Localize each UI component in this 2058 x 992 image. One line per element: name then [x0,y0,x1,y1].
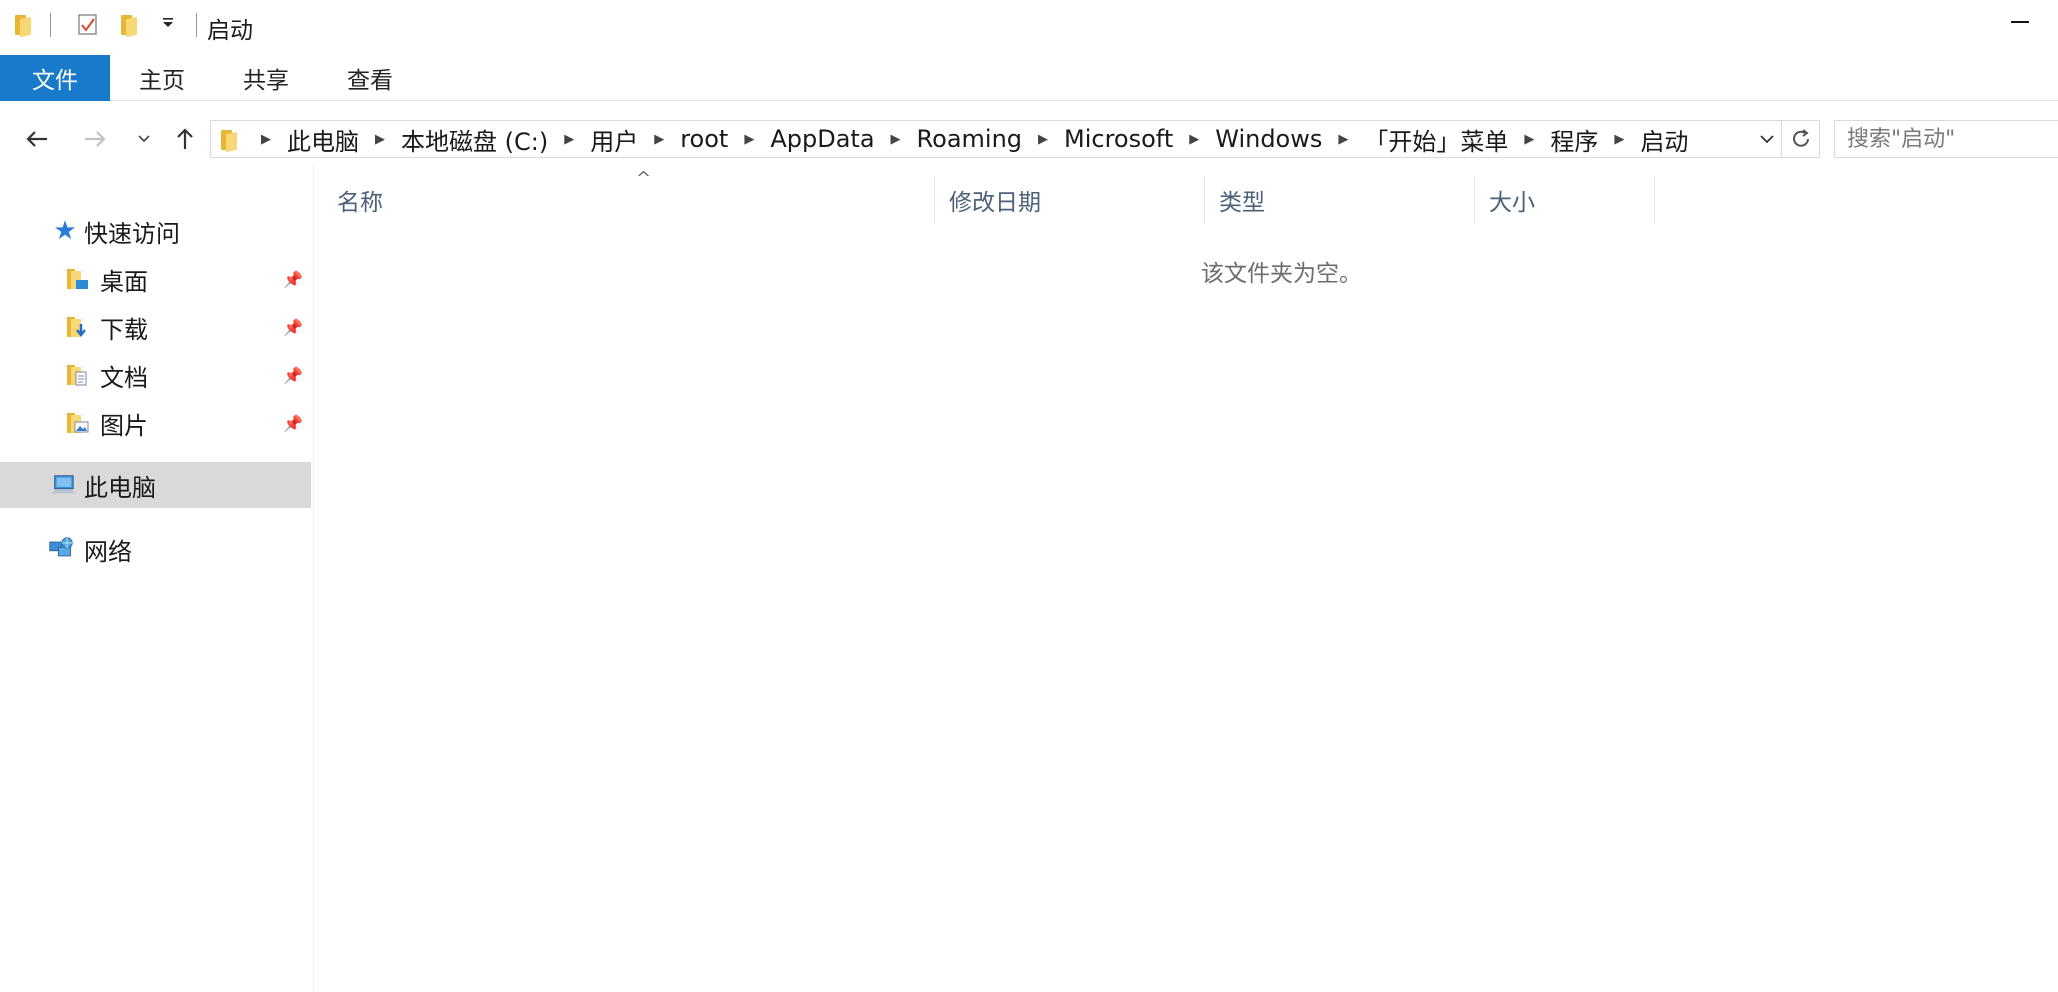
up-button[interactable] [166,120,204,158]
tab-share[interactable]: 共享 [228,55,304,101]
chevron-down-icon [1760,135,1774,144]
column-header-date-modified[interactable]: 修改日期 [935,176,1205,224]
chevron-right-icon[interactable]: ▶ [734,132,764,147]
breadcrumb: ▶ 此电脑 ▶ 本地磁盘 (C:) ▶ 用户 ▶ root ▶ AppData … [251,121,1694,157]
pin-icon[interactable]: 📌 [282,412,304,434]
nav-this-pc[interactable]: 此电脑 [0,462,311,508]
tab-view[interactable]: 查看 [332,55,408,101]
qa-separator [50,13,51,37]
search-box[interactable] [1834,120,2058,158]
chevron-right-icon[interactable]: ▶ [1604,132,1634,147]
nav-item-pictures[interactable]: 图片 📌 [0,400,311,446]
crumb-users[interactable]: 用户 [584,122,644,157]
search-input[interactable] [1847,125,2055,153]
column-header-name[interactable]: ^ 名称 [323,168,935,224]
pin-icon[interactable]: 📌 [282,364,304,386]
title-bar: 启动 [0,0,2058,44]
chevron-right-icon[interactable]: ▶ [1028,132,1058,147]
nav-item-desktop[interactable]: 桌面 📌 [0,256,311,302]
nav-label: 快速访问 [84,219,180,248]
tab-home[interactable]: 主页 [124,55,200,101]
file-list: ^ 名称 修改日期 类型 大小 该文件夹为空。 [315,164,2058,992]
crumb-microsoft[interactable]: Microsoft [1058,125,1179,153]
chevron-right-icon[interactable]: ▶ [881,132,911,147]
chevron-right-icon[interactable]: ▶ [1514,132,1544,147]
column-header-label: 类型 [1219,190,1265,216]
properties-icon[interactable] [74,12,102,36]
computer-icon [50,472,76,498]
chevron-right-icon[interactable]: ▶ [1179,132,1209,147]
chevron-right-icon[interactable]: ▶ [365,132,395,147]
refresh-button[interactable] [1782,120,1820,158]
address-bar[interactable]: ▶ 此电脑 ▶ 本地磁盘 (C:) ▶ 用户 ▶ root ▶ AppData … [210,120,1782,158]
folder-icon [12,12,36,36]
column-header-label: 大小 [1489,190,1535,216]
pictures-folder-icon [64,410,90,436]
chevron-right-icon[interactable]: ▶ [644,132,674,147]
crumb-local-disk[interactable]: 本地磁盘 (C:) [395,122,554,157]
navigation-pane: ★ 快速访问 桌面 📌 下载 📌 文档 📌 图片 📌 此电脑 网络 [0,164,314,992]
new-folder-icon[interactable] [118,12,142,36]
crumb-roaming[interactable]: Roaming [911,125,1028,153]
tab-file[interactable]: 文件 [0,55,110,101]
ribbon-tabs: 文件 主页 共享 查看 [0,55,2058,101]
recent-locations-button[interactable] [124,120,164,158]
arrow-left-icon [26,131,47,147]
column-header-type[interactable]: 类型 [1205,176,1475,224]
downloads-folder-icon [64,314,90,340]
star-icon: ★ [53,216,77,246]
pin-icon[interactable]: 📌 [282,268,304,290]
crumb-this-pc[interactable]: 此电脑 [281,122,365,157]
minimize-icon [2011,21,2029,23]
nav-label: 桌面 [100,267,148,296]
minimize-button[interactable] [2000,4,2040,40]
crumb-windows[interactable]: Windows [1209,125,1328,153]
documents-folder-icon [64,362,90,388]
pin-icon[interactable]: 📌 [282,316,304,338]
nav-label: 文档 [100,363,148,392]
nav-item-downloads[interactable]: 下载 📌 [0,304,311,350]
crumb-startup[interactable]: 启动 [1634,122,1694,157]
arrow-right-icon [85,131,106,147]
chevron-right-icon[interactable]: ▶ [554,132,584,147]
sort-ascending-icon: ^ [636,168,652,189]
empty-folder-message: 该文件夹为空。 [1201,261,1362,287]
customize-qa-dropdown-icon[interactable] [156,12,180,36]
folder-icon [221,127,239,151]
column-header-label: 修改日期 [949,190,1041,216]
qa-separator [196,13,197,37]
nav-label: 此电脑 [84,473,156,502]
nav-network[interactable]: 网络 [0,526,311,572]
nav-item-documents[interactable]: 文档 📌 [0,352,311,398]
crumb-root[interactable]: root [674,125,734,153]
crumb-appdata[interactable]: AppData [764,125,880,153]
forward-button[interactable] [76,120,114,158]
nav-label: 下载 [100,315,148,344]
chevron-down-icon [138,135,150,143]
network-icon [48,536,74,562]
nav-label: 网络 [84,537,132,566]
desktop-folder-icon [64,266,90,292]
crumb-start-menu[interactable]: 「开始」菜单 [1358,122,1514,157]
back-button[interactable] [18,120,56,158]
arrow-up-icon [177,128,193,149]
window-title: 启动 [207,18,253,44]
crumb-programs[interactable]: 程序 [1544,122,1604,157]
column-header-label: 名称 [337,190,383,216]
column-header-size[interactable]: 大小 [1475,176,1655,224]
refresh-icon [1792,129,1809,147]
address-dropdown-button[interactable] [1751,121,1783,157]
chevron-right-icon[interactable]: ▶ [251,132,281,147]
chevron-right-icon[interactable]: ▶ [1328,132,1358,147]
nav-label: 图片 [100,411,148,440]
nav-quick-access[interactable]: ★ 快速访问 [0,208,311,254]
